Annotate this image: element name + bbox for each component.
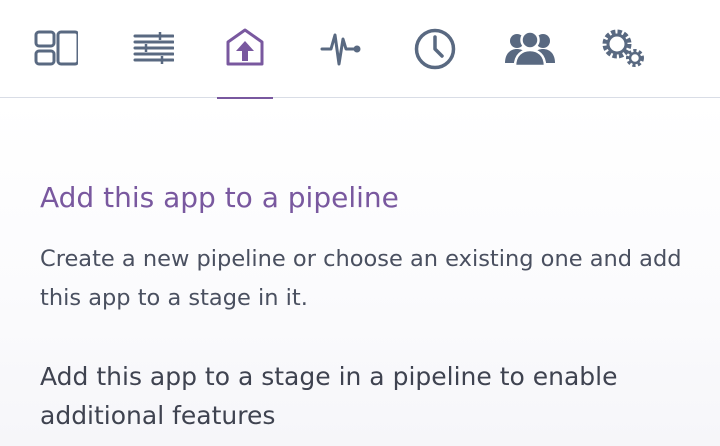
pipeline-notice: Add this app to a stage in a pipeline to… [40, 362, 618, 430]
gears-icon [602, 29, 644, 67]
tab-resources[interactable] [122, 0, 178, 98]
clock-icon [414, 28, 456, 70]
users-icon [505, 30, 555, 68]
tab-deploy[interactable] [217, 0, 273, 99]
tab-activity[interactable] [407, 0, 463, 98]
pulse-icon [320, 33, 361, 66]
layout-icon [34, 30, 78, 66]
sliders-icon [133, 32, 174, 64]
tab-metrics[interactable] [312, 0, 368, 98]
page-title: Add this app to a pipeline [40, 181, 399, 214]
pipeline-panel: Add this app to a pipeline Create a new … [0, 99, 720, 446]
pipeline-description: Create a new pipeline or choose an exist… [40, 246, 682, 311]
tab-access[interactable] [502, 0, 558, 98]
tab-overview[interactable] [26, 0, 82, 98]
tab-settings[interactable] [597, 0, 653, 98]
upload-icon [226, 28, 264, 66]
app-tab-bar [0, 0, 720, 99]
